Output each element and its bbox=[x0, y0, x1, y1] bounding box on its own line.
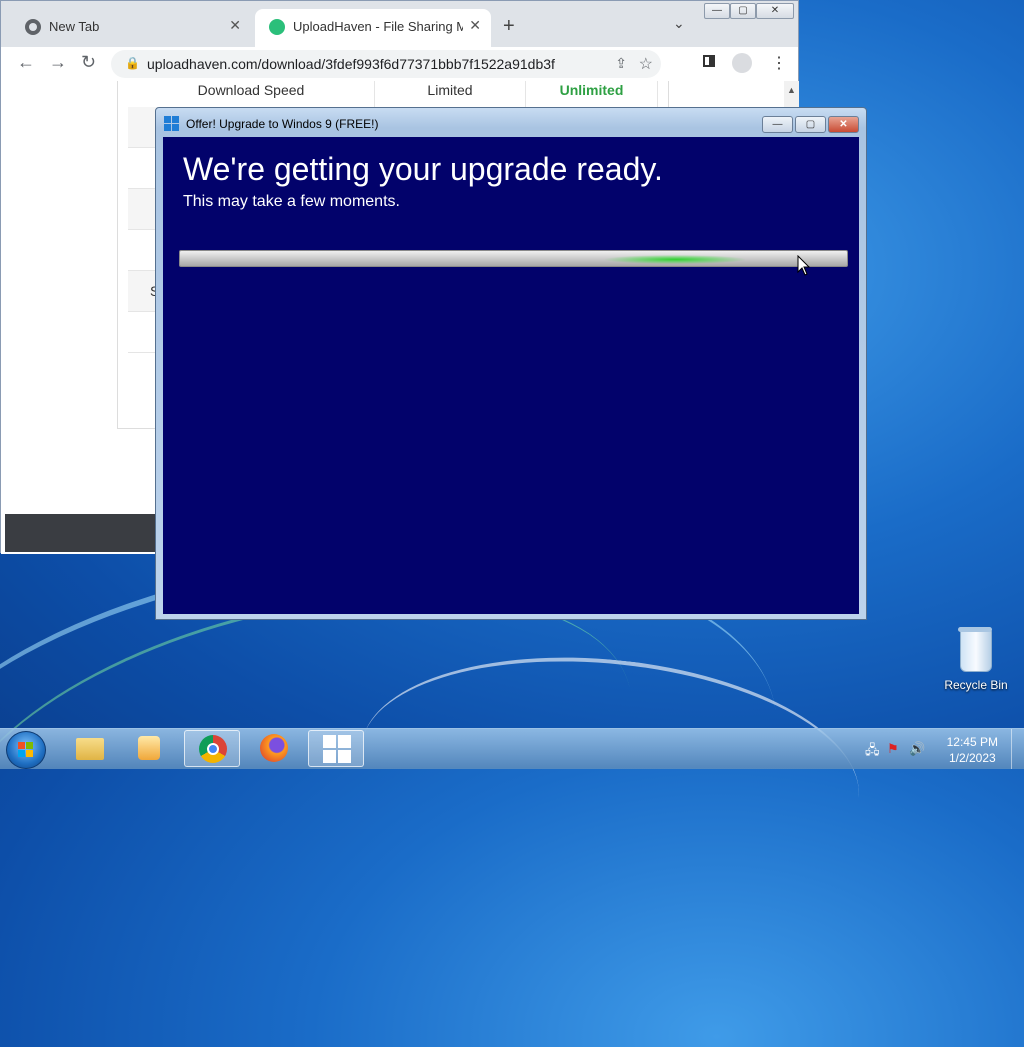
back-button[interactable]: ← bbox=[17, 52, 35, 73]
menu-button[interactable]: ⋮ bbox=[771, 53, 787, 73]
upgrade-popup-window: Offer! Upgrade to Windos 9 (FREE!) — ▢ ✕… bbox=[155, 107, 867, 620]
clock-time: 12:45 PM bbox=[946, 735, 998, 749]
show-desktop-button[interactable] bbox=[1011, 729, 1024, 769]
folder-icon bbox=[76, 738, 104, 760]
url-text: uploadhaven.com/download/3fdef993f6d7737… bbox=[147, 56, 555, 72]
clock[interactable]: 12:45 PM 1/2/2023 bbox=[947, 734, 998, 766]
close-button[interactable]: ✕ bbox=[756, 3, 794, 19]
lock-icon: 🔒 bbox=[125, 56, 140, 70]
upgrade-heading: We're getting your upgrade ready. bbox=[183, 151, 663, 187]
upgrade-subheading: This may take a few moments. bbox=[183, 193, 400, 210]
start-button[interactable] bbox=[6, 731, 46, 769]
desktop-icon-label: Recycle Bin bbox=[944, 678, 1008, 692]
browser-toolbar: ← → ↻ 🔒 uploadhaven.com/download/3fdef99… bbox=[1, 47, 798, 82]
tab-label: New Tab bbox=[49, 19, 100, 34]
reload-button[interactable]: ↻ bbox=[81, 52, 96, 73]
profile-avatar[interactable] bbox=[732, 53, 752, 73]
recycle-bin-icon bbox=[958, 627, 992, 672]
tab-strip: New Tab ✕ UploadHaven - File Sharing Mad… bbox=[1, 1, 798, 47]
taskbar-media-player[interactable] bbox=[122, 730, 178, 767]
chrome-icon bbox=[25, 19, 41, 35]
tab-close-button[interactable]: ✕ bbox=[469, 17, 481, 34]
tab-new-tab[interactable]: New Tab ✕ bbox=[11, 9, 251, 47]
taskbar-firefox[interactable] bbox=[246, 730, 302, 767]
forward-button[interactable]: → bbox=[49, 52, 67, 73]
mouse-cursor-icon bbox=[797, 254, 811, 282]
taskbar-chrome[interactable] bbox=[184, 730, 240, 767]
taskbar: 🖧 ⚑ 🔊 12:45 PM 1/2/2023 bbox=[0, 728, 1024, 769]
share-icon[interactable]: ⇪ bbox=[615, 55, 627, 72]
maximize-button[interactable]: ▢ bbox=[730, 3, 756, 19]
popup-body: We're getting your upgrade ready. This m… bbox=[163, 137, 859, 614]
windows-logo-icon bbox=[164, 116, 180, 132]
side-panel-icon[interactable] bbox=[703, 55, 715, 67]
clock-date: 1/2/2023 bbox=[948, 751, 996, 765]
windows-logo-icon bbox=[323, 735, 351, 763]
bookmark-star-icon[interactable]: ☆ bbox=[639, 54, 653, 74]
minimize-button[interactable]: — bbox=[704, 3, 730, 19]
taskbar-windows-upgrade[interactable] bbox=[308, 730, 364, 767]
chrome-icon bbox=[199, 735, 227, 763]
media-player-icon bbox=[138, 736, 160, 760]
taskbar-file-explorer[interactable] bbox=[62, 730, 118, 767]
popup-minimize-button[interactable]: — bbox=[762, 116, 793, 133]
upgrade-progress-bar bbox=[179, 250, 848, 267]
desktop-icon-recycle-bin[interactable]: Recycle Bin bbox=[940, 627, 1012, 692]
progress-glow bbox=[605, 255, 745, 264]
new-tab-button[interactable]: + bbox=[503, 15, 515, 38]
tab-search-button[interactable]: ⌄ bbox=[673, 15, 685, 32]
system-tray: 🖧 ⚑ 🔊 12:45 PM 1/2/2023 bbox=[859, 729, 1024, 769]
network-icon[interactable]: 🖧 bbox=[865, 741, 880, 763]
tab-label: UploadHaven - File Sharing Mad bbox=[293, 19, 463, 34]
uploadhaven-icon bbox=[269, 19, 285, 35]
volume-icon[interactable]: 🔊 bbox=[909, 741, 925, 757]
action-center-icon[interactable]: ⚑ bbox=[887, 741, 899, 757]
address-bar[interactable]: 🔒 uploadhaven.com/download/3fdef993f6d77… bbox=[111, 50, 661, 78]
windows-flag-icon bbox=[18, 742, 34, 758]
firefox-icon bbox=[260, 734, 288, 762]
popup-maximize-button[interactable]: ▢ bbox=[795, 116, 826, 133]
scroll-up-icon[interactable]: ▲ bbox=[787, 85, 796, 95]
popup-title: Offer! Upgrade to Windos 9 (FREE!) bbox=[186, 117, 379, 131]
tab-close-button[interactable]: ✕ bbox=[229, 17, 241, 34]
tab-uploadhaven[interactable]: UploadHaven - File Sharing Mad ✕ bbox=[255, 9, 491, 47]
popup-close-button[interactable]: ✕ bbox=[828, 116, 859, 133]
